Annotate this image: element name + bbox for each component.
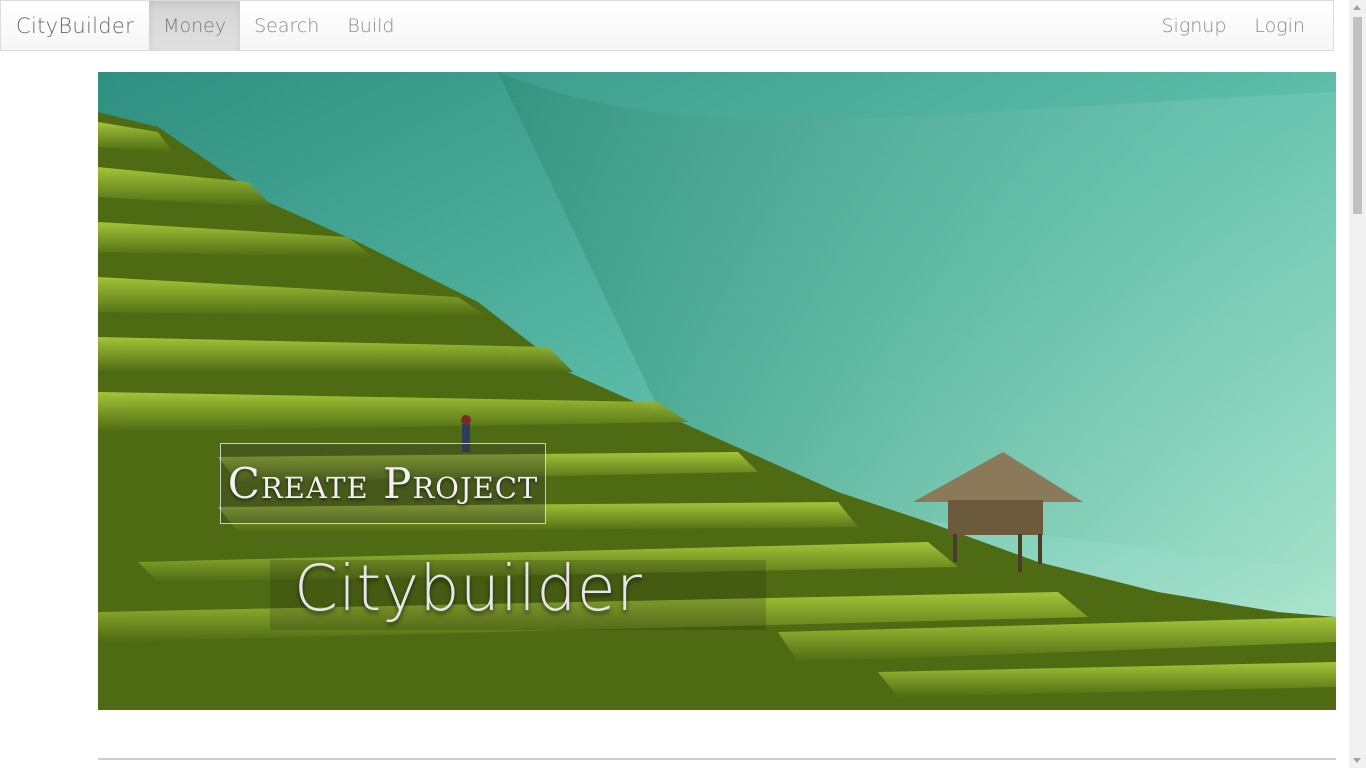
hero-title: Citybuilder bbox=[294, 552, 643, 625]
section-divider bbox=[98, 758, 1336, 760]
brand-link[interactable]: CityBuilder bbox=[1, 1, 149, 50]
nav-item-login[interactable]: Login bbox=[1240, 1, 1319, 50]
scroll-thumb[interactable] bbox=[1353, 17, 1362, 214]
nav-item-search[interactable]: Search bbox=[240, 1, 333, 50]
nav-item-signup[interactable]: Signup bbox=[1148, 1, 1241, 50]
top-navbar: CityBuilder Money Search Build Signup Lo… bbox=[0, 0, 1334, 51]
scroll-up-arrow-icon[interactable] bbox=[1353, 5, 1361, 10]
scroll-down-arrow-icon[interactable] bbox=[1353, 758, 1361, 763]
hero-banner: Create Project Citybuilder bbox=[98, 72, 1336, 710]
nav-item-money[interactable]: Money bbox=[149, 1, 241, 50]
nav-right-group: Signup Login bbox=[1148, 1, 1334, 50]
nav-item-build[interactable]: Build bbox=[333, 1, 408, 50]
create-project-button[interactable]: Create Project bbox=[220, 443, 546, 524]
vertical-scrollbar[interactable] bbox=[1349, 0, 1366, 768]
